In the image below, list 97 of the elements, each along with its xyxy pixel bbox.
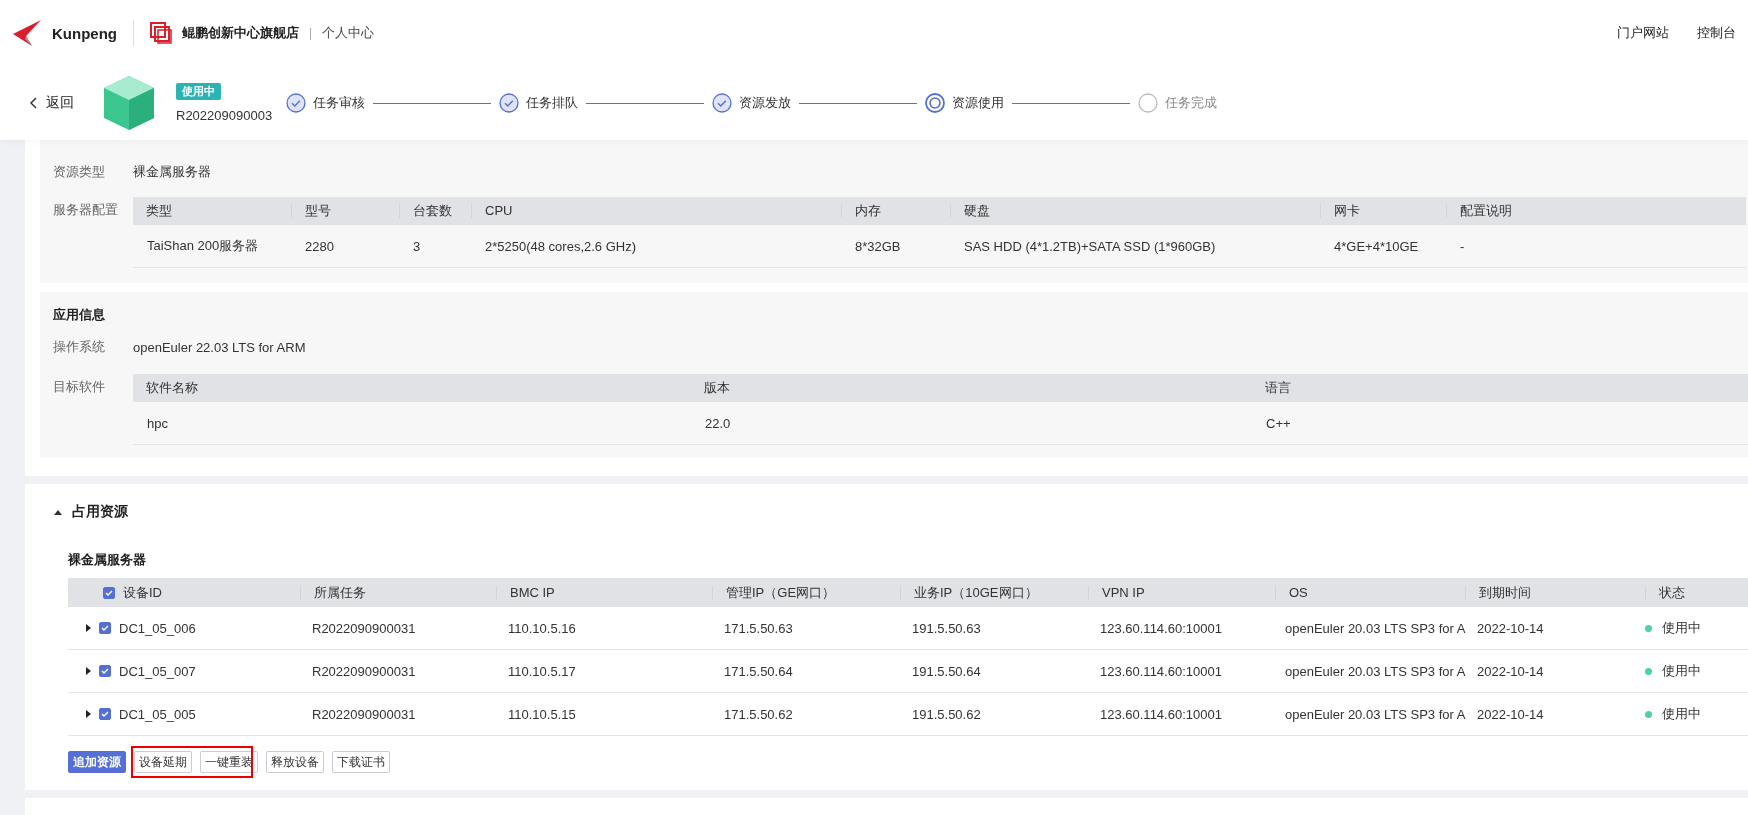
task-id: R202209090003 [176, 108, 273, 123]
table-cell-text: 123.60.114.60:10001 [1099, 706, 1223, 722]
column-header: 型号 [291, 204, 399, 218]
table-cell-text: 191.5.50.64 [911, 663, 982, 679]
column-header: 语言 [1264, 381, 1292, 395]
column-header: 状态 [1645, 585, 1748, 600]
column-header: 设备ID [123, 583, 162, 602]
table-cell-text: 110.10.5.17 [507, 663, 577, 679]
nav-link[interactable]: 控制台 [1697, 24, 1736, 42]
step-label: 任务排队 [526, 94, 579, 112]
table-cell-text: 123.60.114.60:10001 [1099, 620, 1223, 636]
table-cell-text: TaiShan 200服务器 [146, 237, 260, 255]
status-badge: 使用中 [176, 83, 221, 100]
action-button[interactable]: 设备延期 [134, 751, 192, 773]
table-cell-text: 171.5.50.63 [723, 620, 794, 636]
action-button[interactable]: 释放设备 [266, 751, 324, 773]
column-header: 到期时间 [1465, 585, 1645, 600]
expand-triangle-icon[interactable] [86, 667, 91, 675]
checkbox[interactable] [99, 622, 111, 634]
group-heading: 应用信息 [53, 306, 106, 324]
table-cell: DC1_05_005 [119, 706, 196, 722]
collapse-triangle-icon[interactable] [54, 509, 62, 515]
action-button[interactable]: 追加资源 [68, 751, 126, 773]
table-cell-text: R2022090900031 [311, 706, 417, 722]
store-name: 鲲鹏创新中心旗舰店 [182, 24, 299, 42]
field-label: 服务器配置 [53, 201, 119, 219]
column-header: 软件名称 [145, 381, 199, 395]
column-header: OS [1275, 585, 1465, 600]
back-link[interactable]: 返回 [30, 94, 74, 112]
table-cell-text: 2*5250(48 cores,2.6 GHz) [484, 238, 638, 254]
column-header: CPU [471, 204, 841, 218]
expand-triangle-icon[interactable] [86, 624, 91, 632]
table-cell-text: 123.60.114.60:10001 [1099, 663, 1223, 679]
status-text: 使用中 [1662, 662, 1701, 680]
table-cell-text: 2022-10-14 [1476, 663, 1545, 679]
column-header: 管理IP（GE网口） [712, 585, 900, 600]
action-button[interactable]: 下载证书 [332, 751, 390, 773]
table-cell-text: 171.5.50.62 [723, 706, 794, 722]
table-cell-text: 3 [412, 238, 422, 254]
column-header: 网卡 [1320, 204, 1446, 218]
table-cell-text: 8*32GB [854, 238, 902, 254]
step-label: 资源发放 [739, 94, 792, 112]
field-value: openEuler 22.03 LTS for ARM [133, 339, 306, 355]
table-cell-text: 191.5.50.62 [911, 706, 982, 722]
column-header: 类型 [145, 204, 173, 218]
chevron-left-icon [30, 97, 38, 109]
field-label: 目标软件 [53, 378, 106, 396]
brand-name: Kunpeng [52, 24, 117, 42]
table-title: 裸金属服务器 [68, 551, 147, 569]
column-header: 所属任务 [300, 585, 496, 600]
column-header: 硬盘 [950, 204, 1320, 218]
table-cell-text: openEuler 20.03 LTS SP3 for A [1284, 706, 1465, 722]
table-cell-text: 110.10.5.15 [507, 706, 577, 722]
table-cell-text: 191.5.50.63 [911, 620, 982, 636]
table-cell-text: 2022-10-14 [1476, 706, 1545, 722]
expand-triangle-icon[interactable] [86, 710, 91, 718]
column-header: VPN IP [1088, 585, 1275, 600]
checkbox[interactable] [99, 665, 111, 677]
table-cell-text: hpc [146, 415, 169, 431]
column-header: 配置说明 [1446, 204, 1746, 218]
field-label: 操作系统 [53, 338, 106, 356]
section-title: 占用资源 [72, 503, 128, 521]
table-cell-text: openEuler 20.03 LTS SP3 for A [1284, 663, 1465, 679]
step-label: 资源使用 [952, 94, 1005, 112]
page-section-name: 个人中心 [322, 24, 375, 42]
separator-text: | [309, 26, 313, 40]
checkbox[interactable] [103, 586, 115, 599]
column-header: BMC IP [496, 585, 712, 600]
status-text: 使用中 [1662, 705, 1701, 723]
table-cell-text: 2022-10-14 [1476, 620, 1545, 636]
column-header: 内存 [841, 204, 950, 218]
checkbox[interactable] [99, 708, 111, 720]
column-header: 版本 [703, 381, 731, 395]
table-cell-text: openEuler 20.03 LTS SP3 for A [1284, 620, 1465, 636]
table-cell-text: 110.10.5.16 [507, 620, 577, 636]
store-logo-icon [150, 22, 172, 44]
status-text: 使用中 [1662, 619, 1701, 637]
column-header: 业务IP（10GE网口） [900, 585, 1088, 600]
step-label: 任务审核 [313, 94, 366, 112]
table-cell-text: 171.5.50.64 [723, 663, 794, 679]
logo-icon [12, 18, 42, 48]
table-cell-text: R2022090900031 [311, 663, 417, 679]
table-cell-text: C++ [1265, 415, 1292, 431]
table-cell-text: 4*GE+4*10GE [1333, 238, 1420, 254]
table-cell: DC1_05_006 [119, 620, 196, 636]
table-cell-text: 22.0 [704, 415, 732, 431]
table-cell-text: SAS HDD (4*1.2TB)+SATA SSD (1*960GB) [963, 238, 1217, 254]
table-cell-text: 2280 [304, 238, 335, 254]
column-header: 台套数 [399, 204, 471, 218]
nav-link[interactable]: 门户网站 [1617, 24, 1669, 42]
field-label: 资源类型 [53, 163, 106, 181]
table-cell-text: - [1459, 238, 1466, 254]
step-label: 任务完成 [1165, 94, 1218, 112]
field-value: 裸金属服务器 [133, 163, 211, 181]
action-button[interactable]: 一键重装 [200, 751, 258, 773]
table-cell-text: R2022090900031 [311, 620, 417, 636]
table-cell: DC1_05_007 [119, 663, 196, 679]
